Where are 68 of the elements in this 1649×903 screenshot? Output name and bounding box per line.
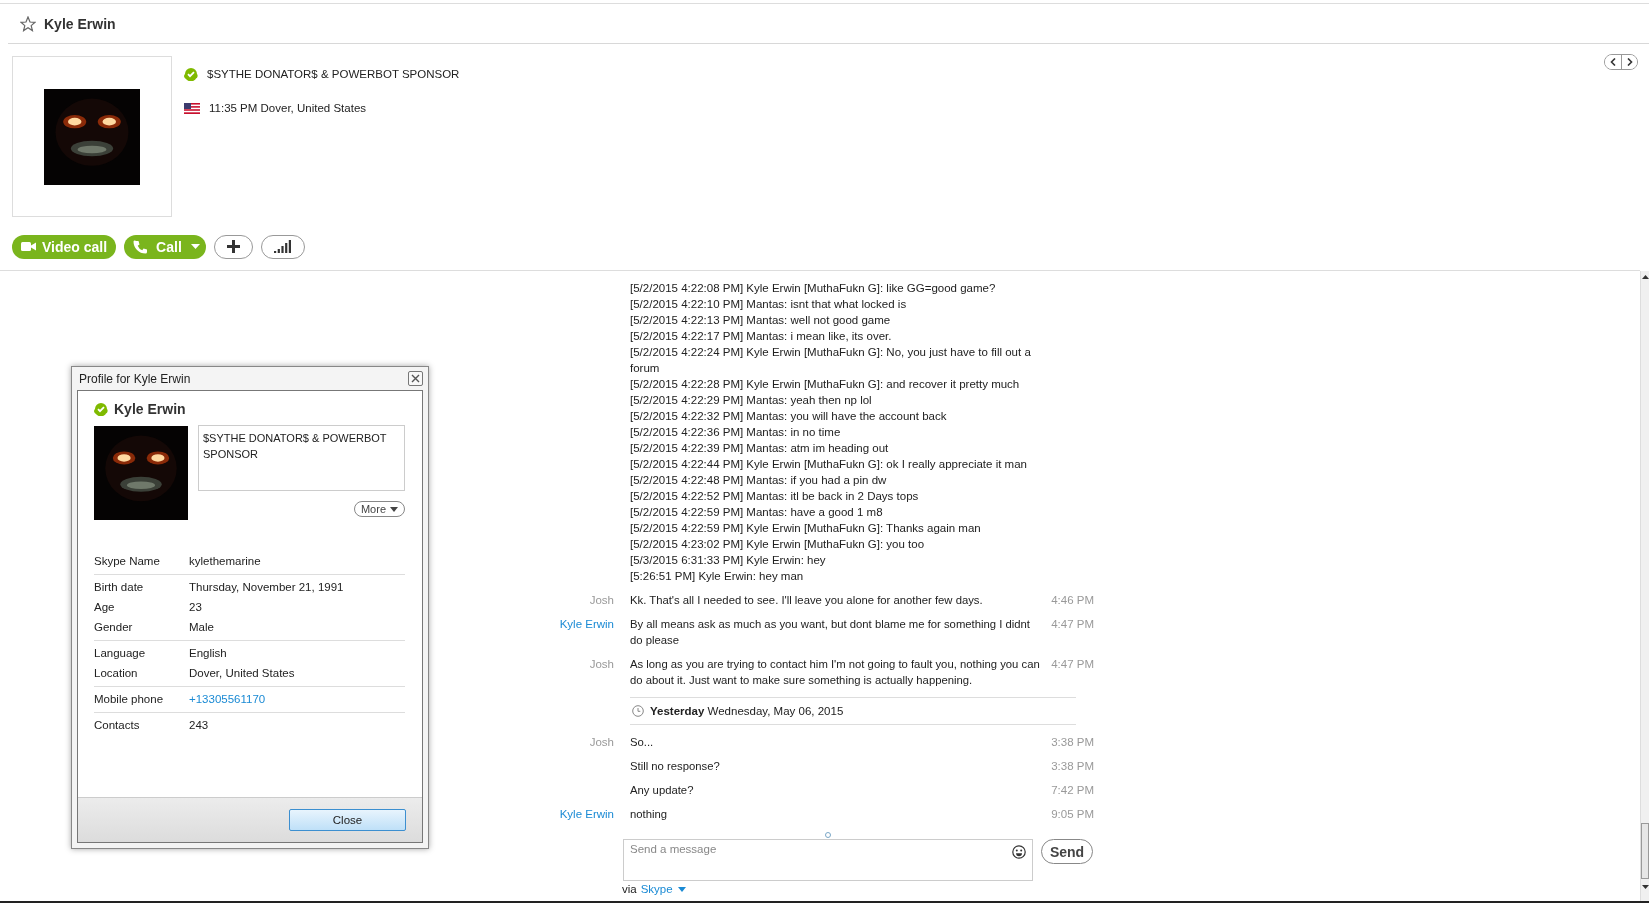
message-time: 4:46 PM (1050, 593, 1094, 608)
message-input-field[interactable]: Send a message (623, 839, 1033, 881)
field-value: 243 (189, 718, 210, 733)
field-label: Location (94, 666, 139, 681)
message-text: So... (629, 735, 655, 750)
local-time: 11:35 PM Dover, United States (209, 102, 367, 114)
field-value: English (189, 646, 228, 661)
chat-log-line: [5/2/2015 4:22:59 PM] Mantas: have a good 1 m8 (629, 505, 884, 520)
field-label: Language (94, 646, 147, 661)
chat-log-line: [5/2/2015 4:22:29 PM] Mantas: yeah then np lol (629, 393, 873, 408)
send-button[interactable]: Send (1041, 839, 1093, 864)
chat-log-line: [5/2/2015 4:23:02 PM] Kyle Erwin [MuthaFukn G]: you too (629, 537, 926, 552)
field-value: Thursday, November 21, 1991 (189, 580, 345, 595)
field-value: Dover, United States (189, 666, 296, 681)
chat-log-line: [5/2/2015 4:22:44 PM] Kyle Erwin [MuthaFukn G]: ok I really appreciate it man (629, 457, 1028, 472)
field-label: Contacts (94, 718, 141, 733)
message-time: 4:47 PM (1050, 657, 1094, 672)
via-label: via (622, 883, 637, 895)
field-value: 23 (189, 600, 203, 615)
sender-name[interactable]: Josh (542, 656, 614, 688)
chat-log-line: [5/2/2015 4:22:59 PM] Kyle Erwin [MuthaFukn G]: Thanks again man (629, 521, 982, 536)
dialog-title: Profile for Kyle Erwin (78, 371, 191, 386)
contact-name: Kyle Erwin (44, 16, 116, 32)
message-time: 9:05 PM (1050, 807, 1094, 822)
message-time: 7:42 PM (1050, 783, 1094, 798)
message-text: Any update? (629, 783, 695, 798)
chat-log-line: [5/2/2015 4:22:17 PM] Mantas: i mean like, its over. (629, 329, 893, 344)
more-button[interactable]: More (353, 501, 405, 517)
chat-log-line: [5/3/2015 6:31:33 PM] Kyle Erwin: hey (629, 553, 827, 568)
channel-dropdown[interactable]: Skype (640, 883, 686, 895)
message-text: Still no response? (629, 759, 721, 774)
field-label: Age (94, 600, 116, 615)
field-label: Mobile phone (94, 692, 165, 707)
field-label: Birth date (94, 580, 145, 595)
sender-name[interactable]: Kyle Erwin (542, 806, 614, 822)
chat-log-line: [5/2/2015 4:22:32 PM] Mantas: you will have the account back (629, 409, 948, 424)
sender-name[interactable]: Josh (542, 592, 614, 608)
sender-name[interactable]: Josh (542, 734, 614, 750)
call-button[interactable]: Call (124, 234, 206, 259)
field-label: Skype Name (94, 554, 161, 569)
contact-name: Kyle Erwin (114, 401, 186, 417)
chat-log-line: [5/2/2015 4:22:48 PM] Mantas: if you had a pin dw (629, 473, 888, 488)
phone-link[interactable]: +13305561170 (189, 689, 405, 709)
chat-log-line: [5/2/2015 4:22:39 PM] Mantas: atm im heading out (629, 441, 890, 456)
message-text: As long as you are trying to contact him I'm not going to fault you, nothing you can do about it. Just want to make sure something is actually happening. (629, 657, 1041, 688)
chat-log-line: [5/2/2015 4:22:13 PM] Mantas: well not good game (629, 313, 892, 328)
close-button[interactable]: Close (289, 809, 406, 831)
field-value: Male (189, 620, 215, 635)
message-time: 4:47 PM (1050, 617, 1094, 632)
video-call-button[interactable]: Video call (12, 234, 117, 259)
field-label: Gender (94, 620, 134, 635)
chat-log-line: [5/2/2015 4:22:10 PM] Mantas: isnt that what locked is (629, 297, 908, 312)
chat-log-line: [5/2/2015 4:22:08 PM] Kyle Erwin [MuthaFukn G]: like GG=good game? (629, 281, 997, 296)
chat-log-line: [5/2/2015 4:22:28 PM] Kyle Erwin [MuthaFukn G]: and recover it pretty much (629, 377, 1021, 392)
chat-log-line: [5:26:51 PM] Kyle Erwin: hey man (629, 569, 805, 584)
message-text: By all means ask as much as you want, but dont blame me for something I didnt do please (629, 617, 1031, 648)
mood-message: $SYTHE DONATOR$ & POWERBOT SPONSOR (207, 68, 460, 80)
field-value: kylethemarine (189, 554, 262, 569)
message-text: nothing (629, 807, 669, 822)
chat-log-line: [5/2/2015 4:22:24 PM] Kyle Erwin [MuthaFukn G]: No, you just have to fill out a forum (629, 345, 1032, 376)
message-time: 3:38 PM (1050, 735, 1094, 750)
sender-name[interactable]: Kyle Erwin (542, 616, 614, 648)
message-text: Kk. That's all I needed to see. I'll leave you alone for another few days. (629, 593, 984, 608)
message-time: 3:38 PM (1050, 759, 1094, 774)
mood-message: $SYTHE DONATOR$ & POWERBOT SPONSOR (198, 425, 405, 491)
chat-log-line: [5/2/2015 4:22:52 PM] Mantas: itl be back in 2 Days tops (629, 489, 920, 504)
date-label: Yesterday Wednesday, May 06, 2015 (650, 705, 844, 717)
chat-log-line: [5/2/2015 4:22:36 PM] Mantas: in no time (629, 425, 842, 440)
